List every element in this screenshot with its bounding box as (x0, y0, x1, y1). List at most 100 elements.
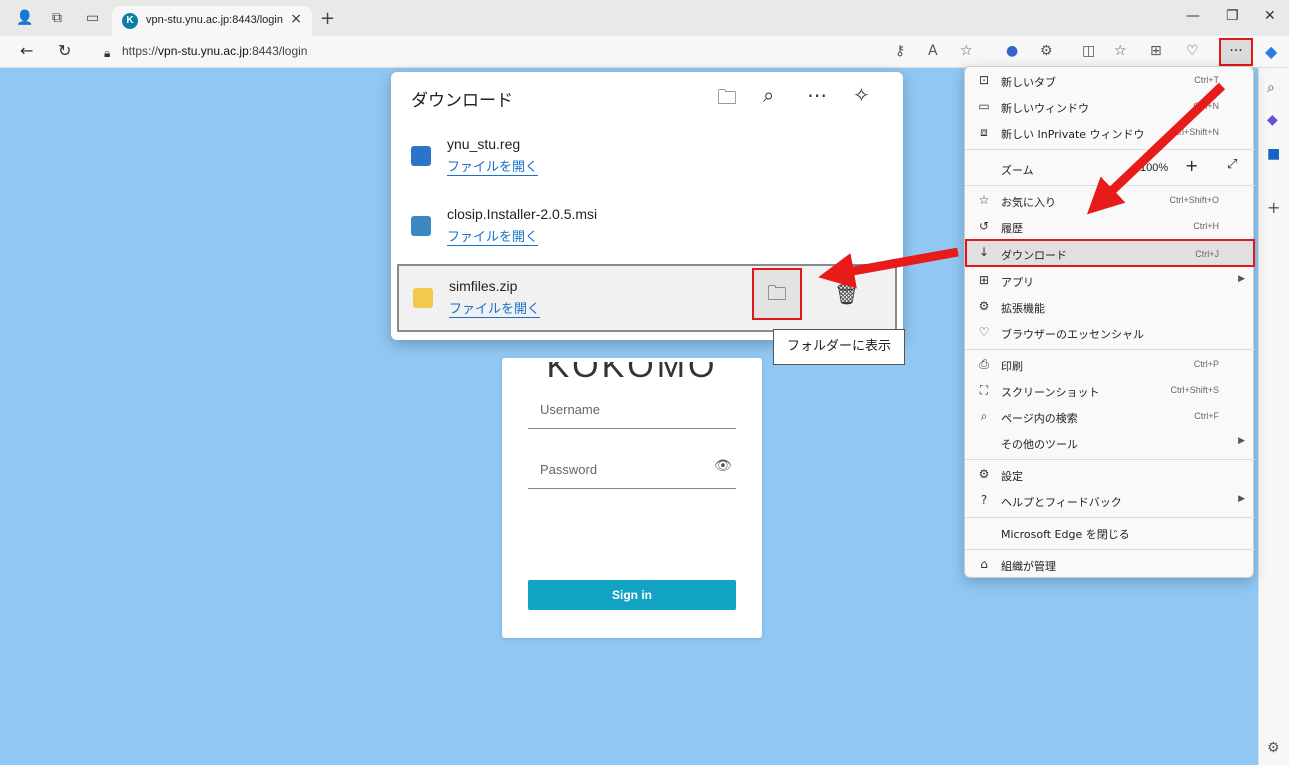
screenshot-icon: ⛶ (979, 383, 989, 397)
menu-item-history[interactable]: ↺ 履歴 Ctrl+H (965, 215, 1255, 239)
essentials-icon: ♡ (978, 325, 990, 339)
download-icon: ↓ (978, 245, 990, 259)
submenu-arrow-icon: ▶ (1238, 274, 1245, 284)
login-card: KOKOMO Username Password 👁︎ Sign in (502, 358, 762, 638)
open-file-link[interactable]: ファイルを開く (447, 226, 539, 246)
downloads-panel: ダウンロード 🗀 ⌕ ⋯ ✧ ynu_stu.reg ファイルを開く closi… (391, 72, 903, 340)
menu-item-find[interactable]: ⌕ ページ内の検索 Ctrl+F (965, 405, 1255, 429)
profile-icon[interactable]: 👤 (16, 10, 33, 26)
menu-divider (965, 459, 1255, 460)
menu-item-print[interactable]: ⎙ 印刷 Ctrl+P (965, 353, 1255, 377)
outlook-icon[interactable]: ■ (1267, 146, 1280, 162)
menu-item-extensions[interactable]: ⚙ 拡張機能 (965, 295, 1255, 319)
title-bar: 👤 ⧉ ▭ K vpn-stu.ynu.ac.jp:8443/login × +… (0, 0, 1289, 36)
navigation-bar: ← ↻ 🔒︎ https://vpn-stu.ynu.ac.jp:8443/lo… (0, 36, 1289, 68)
url-prefix: https:// (122, 44, 159, 58)
menu-divider (965, 549, 1255, 550)
address-bar[interactable]: https://vpn-stu.ynu.ac.jp:8443/login (122, 44, 307, 58)
username-field[interactable] (528, 428, 736, 429)
favorites-list-icon[interactable]: ☆ (1114, 43, 1127, 59)
workspaces-icon[interactable]: ⧉ (52, 10, 62, 26)
browser-tab[interactable]: K vpn-stu.ynu.ac.jp:8443/login × (112, 6, 312, 36)
pin-icon[interactable]: ✧ (853, 83, 870, 107)
tab-actions-icon[interactable]: ▭ (86, 10, 99, 26)
download-item-selected[interactable]: simfiles.zip ファイルを開く (397, 264, 897, 332)
menu-item-screenshot[interactable]: ⛶ スクリーンショット Ctrl+Shift+S (965, 379, 1255, 403)
apps-icon: ⊞ (978, 273, 990, 287)
reg-file-icon (411, 146, 431, 166)
msi-file-icon (411, 216, 431, 236)
menu-item-new-tab[interactable]: ⊡ 新しいタブ Ctrl+T (965, 69, 1255, 93)
window-close-icon[interactable]: ✕ (1264, 8, 1276, 24)
menu-item-new-window[interactable]: ▭ 新しいウィンドウ Ctrl+N (965, 95, 1255, 119)
menu-item-managed[interactable]: ⌂ 組織が管理 (965, 553, 1255, 577)
read-aloud-icon[interactable]: A (928, 43, 938, 59)
menu-item-close-edge[interactable]: Microsoft Edge を閉じる (965, 521, 1255, 545)
zoom-level: 100% (1140, 162, 1169, 174)
managed-icon: ⌂ (980, 557, 988, 571)
print-icon: ⎙ (979, 357, 989, 371)
new-tab-button[interactable]: + (320, 8, 335, 29)
menu-divider (965, 349, 1255, 350)
settings-icon: ⚙ (978, 467, 990, 481)
download-filename: simfiles.zip (449, 278, 518, 294)
split-screen-icon[interactable]: ◫ (1082, 43, 1095, 59)
menu-item-help[interactable]: ? ヘルプとフィードバック ▶ (965, 489, 1255, 513)
menu-item-favorites[interactable]: ☆ お気に入り Ctrl+Shift+O (965, 189, 1255, 213)
open-file-link[interactable]: ファイルを開く (447, 156, 539, 176)
sidebar-settings-icon[interactable]: ⚙ (1267, 740, 1280, 756)
menu-item-settings[interactable]: ⚙ 設定 (965, 463, 1255, 487)
brand-logo: KOKOMO (502, 362, 762, 380)
extension-dot-icon[interactable]: ● (1006, 43, 1018, 59)
extensions-icon: ⚙ (978, 299, 990, 313)
sign-in-button[interactable]: Sign in (528, 580, 736, 610)
restore-icon[interactable]: ❐ (1226, 8, 1239, 24)
download-item[interactable]: closip.Installer-2.0.5.msi ファイルを開く (397, 194, 897, 262)
edge-sidebar: ⌕ ◆ ■ + ⚙ (1258, 68, 1289, 765)
menu-item-more-tools[interactable]: その他のツール ▶ (965, 431, 1255, 455)
favorites-icon: ☆ (978, 193, 990, 207)
settings-menu: ⊡ 新しいタブ Ctrl+T ▭ 新しいウィンドウ Ctrl+N ⧈ 新しい InPriv… (964, 66, 1255, 578)
password-field[interactable] (528, 488, 736, 489)
tab-close-icon[interactable]: × (290, 11, 302, 27)
find-icon: ⌕ (980, 409, 988, 423)
delete-icon[interactable]: 🗑︎ (834, 282, 859, 306)
open-folder-icon[interactable]: 🗀 (717, 83, 737, 117)
essentials-heart-icon[interactable]: ♡ (1186, 43, 1199, 59)
menu-item-zoom: ズーム 100% + ⤢ (1001, 156, 1238, 177)
fullscreen-icon[interactable]: ⤢ (1227, 157, 1237, 172)
downloads-search-icon[interactable]: ⌕ (763, 83, 774, 107)
add-sidebar-icon[interactable]: + (1267, 198, 1280, 217)
collections-icon[interactable]: ⊞ (1150, 43, 1162, 59)
open-file-link[interactable]: ファイルを開く (449, 298, 541, 318)
back-icon[interactable]: ← (20, 42, 33, 60)
key-icon[interactable]: ⚷ (895, 43, 905, 59)
new-window-icon: ▭ (978, 99, 990, 113)
menu-divider (965, 185, 1255, 186)
show-in-folder-tooltip: フォルダーに表示 (773, 329, 905, 365)
minimize-icon[interactable]: — (1186, 8, 1200, 24)
hide-password-icon[interactable]: 👁︎ (714, 458, 732, 474)
copilot-sidebar-icon[interactable]: ◆ (1267, 112, 1278, 128)
downloads-more-icon[interactable]: ⋯ (807, 83, 827, 107)
menu-item-essentials[interactable]: ♡ ブラウザーのエッセンシャル (965, 321, 1255, 345)
copilot-icon[interactable]: ◆ (1265, 42, 1277, 61)
url-rest: :8443/login (248, 44, 308, 58)
search-icon[interactable]: ⌕ (1267, 80, 1275, 96)
menu-item-downloads[interactable]: ↓ ダウンロード Ctrl+J (965, 239, 1255, 267)
folder-icon: 🗀 (767, 281, 787, 305)
menu-divider (965, 149, 1255, 150)
submenu-arrow-icon: ▶ (1238, 494, 1245, 504)
refresh-icon[interactable]: ↻ (58, 42, 71, 60)
submenu-arrow-icon: ▶ (1238, 436, 1245, 446)
lock-icon[interactable]: 🔒︎ (104, 44, 110, 62)
zoom-in-icon[interactable]: + (1185, 156, 1198, 175)
download-item[interactable]: ynu_stu.reg ファイルを開く (397, 124, 897, 192)
menu-item-inprivate[interactable]: ⧈ 新しい InPrivate ウィンドウ Ctrl+Shift+N (965, 121, 1255, 145)
show-in-folder-button[interactable]: 🗀 (752, 268, 802, 320)
help-icon: ? (980, 493, 988, 507)
settings-more-button[interactable]: ··· (1219, 38, 1253, 66)
extensions-icon[interactable]: ⚙ (1040, 43, 1053, 59)
menu-item-apps[interactable]: ⊞ アプリ ▶ (965, 269, 1255, 293)
favorite-star-icon[interactable]: ☆ (960, 43, 973, 59)
